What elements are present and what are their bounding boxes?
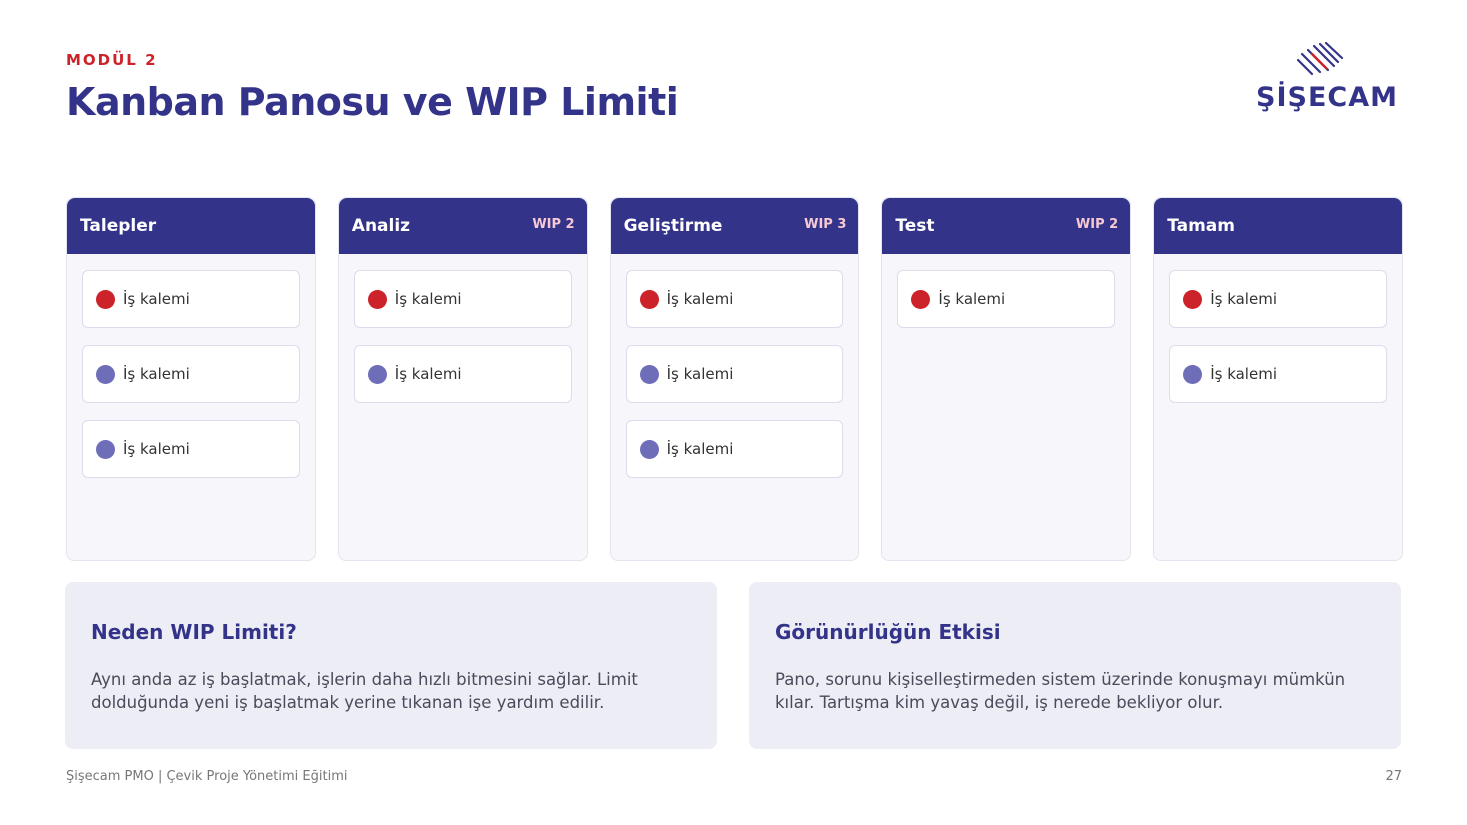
column-header: Talepler [67,198,315,254]
column-name: Tamam [1167,216,1235,236]
status-dot [639,364,659,384]
footer-text: Şişecam PMO | Çevik Proje Yönetimi Eğiti… [66,769,348,784]
kanban-board: Talepler İş kalemi İş kalemi İş kalemi A… [66,197,1403,561]
logo-text: ŞİŞECAM [1256,82,1398,113]
kanban-column-talepler: Talepler İş kalemi İş kalemi İş kalemi [66,197,316,561]
work-item-card[interactable]: İş kalemi [82,420,300,478]
work-item-card[interactable]: İş kalemi [625,345,844,403]
kanban-column-gelistirme: Geliştirme WIP 3 İş kalemi İş kalemi İş … [609,197,860,561]
work-item-card[interactable]: İş kalemi [897,270,1116,328]
status-dot [367,289,387,309]
status-dot [1183,289,1203,309]
work-item-label: İş kalemi [123,290,190,308]
work-item-label: İş kalemi [666,290,734,308]
kanban-column-test: Test WIP 2 İş kalemi [881,197,1132,561]
work-item-card[interactable]: İş kalemi [353,270,572,328]
column-name: Test [895,216,935,236]
status-dot [367,364,387,384]
status-dot [1183,364,1203,384]
column-name: Talepler [80,216,157,236]
kanban-column-tamam: Tamam İş kalemi İş kalemi [1153,197,1403,561]
status-dot [639,439,659,459]
status-dot [96,364,115,384]
work-item-label: İş kalemi [1210,290,1277,308]
panel-text: Aynı anda az iş başlatmak, işlerin daha … [91,670,638,712]
wip-limit: WIP 2 [532,217,575,232]
kanban-column-analiz: Analiz WIP 2 İş kalemi İş kalemi [337,197,588,561]
info-panel-visibility: Görünürlüğün Etkisi Pano, sorunu kişisel… [749,582,1401,749]
wip-limit: WIP 2 [1075,217,1119,232]
panel-title: Görünürlüğün Etkisi [775,620,1001,644]
work-item-card[interactable]: İş kalemi [1169,345,1387,403]
page-number: 27 [1385,769,1402,784]
panel-title: Neden WIP Limiti? [91,620,297,644]
work-item-label: İş kalemi [666,365,734,383]
wip-limit: WIP 3 [804,217,847,232]
sisecam-lines-icon [1296,42,1344,76]
column-header: Test WIP 2 [882,198,1131,254]
work-item-label: İş kalemi [123,365,190,383]
work-item-label: İş kalemi [666,440,734,458]
page-title: Kanban Panosu ve WIP Limiti [66,80,679,124]
work-item-label: İş kalemi [394,290,462,308]
status-dot [96,439,115,459]
panel-text: Pano, sorunu kişiselleştirmeden sistem ü… [775,670,1346,712]
work-item-label: İş kalemi [394,365,462,383]
work-item-card[interactable]: İş kalemi [353,345,572,403]
work-item-card[interactable]: İş kalemi [1169,270,1387,328]
column-name: Geliştirme [623,216,723,236]
status-dot [639,289,659,309]
work-item-label: İş kalemi [1210,365,1277,383]
work-item-label: İş kalemi [938,290,1006,308]
column-header: Tamam [1154,198,1402,254]
sisecam-logo: ŞİŞECAM [1256,42,1406,117]
column-name: Analiz [351,216,411,236]
module-label: MODÜL 2 [66,51,158,69]
status-dot [96,289,115,309]
work-item-card[interactable]: İş kalemi [82,270,300,328]
info-panel-wip: Neden WIP Limiti? Aynı anda az iş başlat… [65,582,717,749]
work-item-card[interactable]: İş kalemi [625,270,844,328]
work-item-card[interactable]: İş kalemi [625,420,844,478]
work-item-label: İş kalemi [123,440,190,458]
column-header: Analiz WIP 2 [338,198,587,254]
column-header: Geliştirme WIP 3 [610,198,859,254]
work-item-card[interactable]: İş kalemi [82,345,300,403]
status-dot [911,289,931,309]
